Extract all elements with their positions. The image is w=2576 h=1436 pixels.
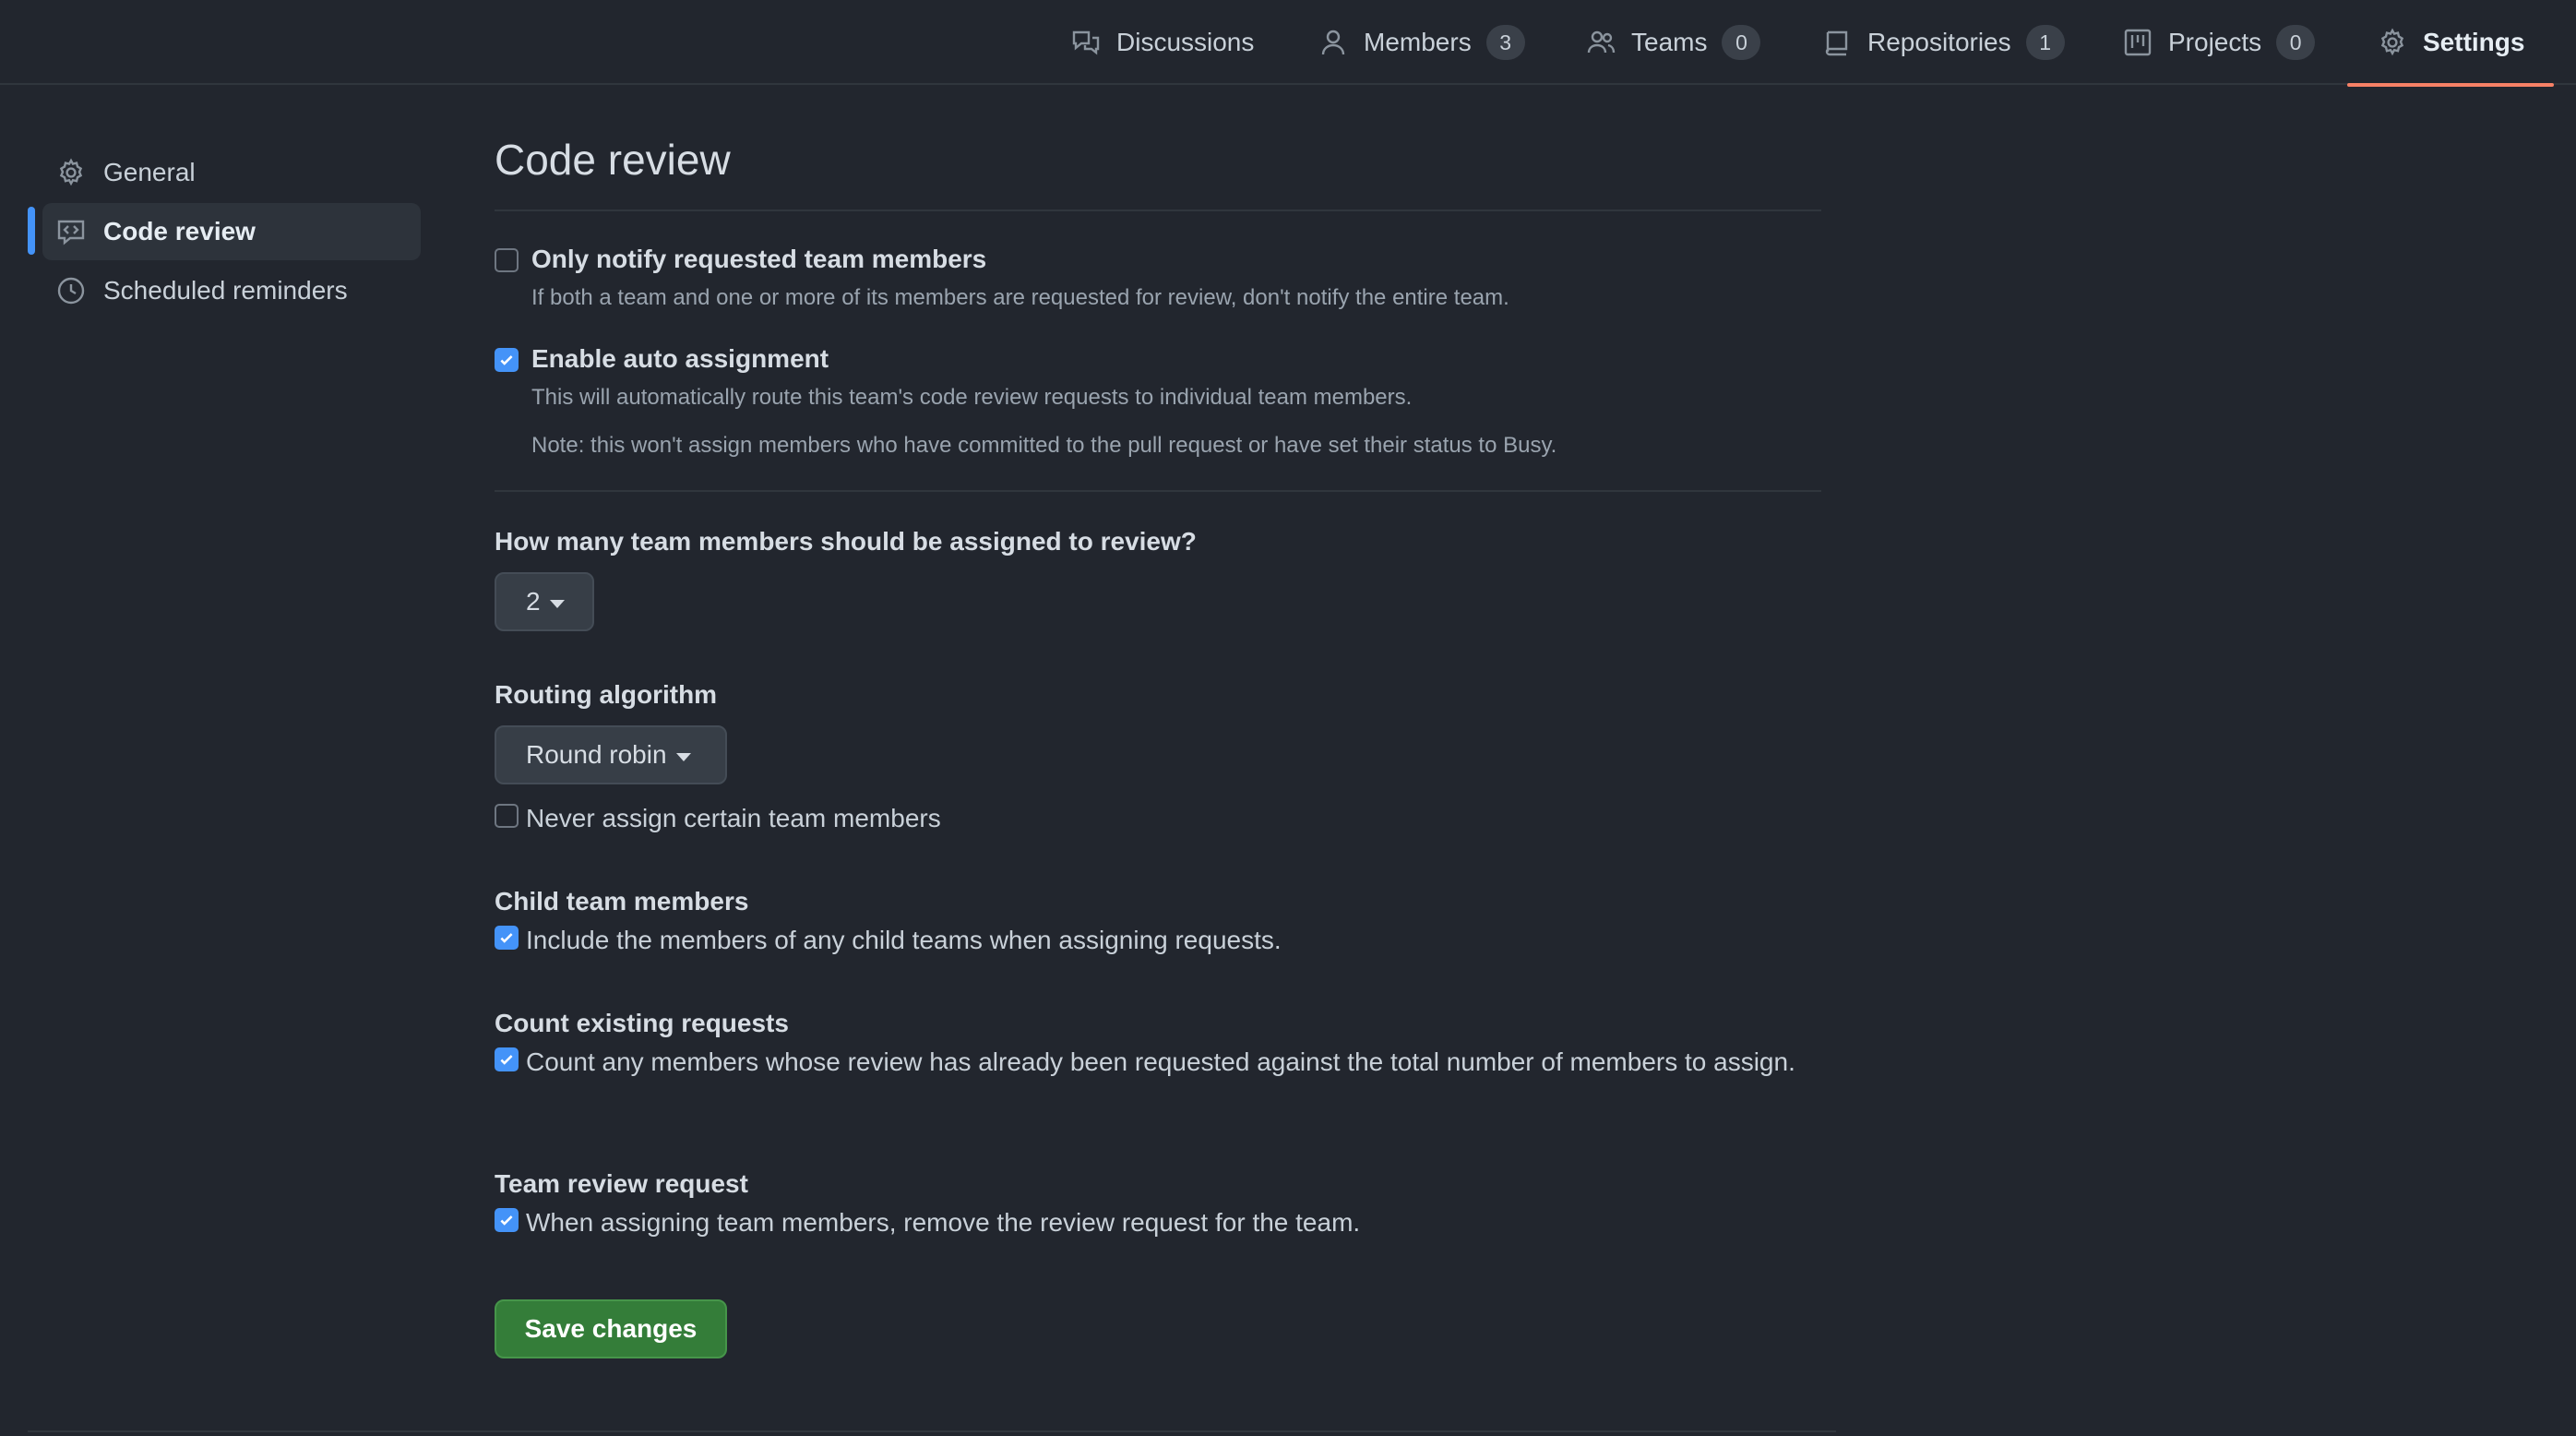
- gear-icon: [2377, 27, 2408, 58]
- tab-projects[interactable]: Projects 0: [2122, 0, 2316, 85]
- team-review-label: When assigning team members, remove the …: [526, 1208, 1361, 1237]
- tab-teams[interactable]: Teams 0: [1585, 0, 1761, 85]
- tab-settings[interactable]: Settings: [2346, 0, 2556, 87]
- teams-count-badge: 0: [1722, 25, 1761, 60]
- tab-repositories[interactable]: Repositories 1: [1821, 0, 2065, 85]
- save-changes-button[interactable]: Save changes: [495, 1299, 727, 1358]
- caret-down-icon: [675, 752, 691, 761]
- title-divider: [495, 209, 1821, 211]
- sidebar-item-label: Scheduled reminders: [103, 276, 348, 305]
- repositories-count-badge: 1: [2025, 25, 2065, 60]
- count-existing-label: Count any members whose review has alrea…: [526, 1047, 1795, 1076]
- child-team-checkbox[interactable]: [495, 926, 519, 950]
- tab-projects-label: Projects: [2168, 28, 2262, 56]
- sidebar-item-scheduled-reminders[interactable]: Scheduled reminders: [42, 262, 421, 319]
- repo-icon: [1821, 27, 1853, 58]
- tab-settings-label: Settings: [2423, 28, 2525, 56]
- gear-icon: [55, 157, 87, 188]
- sidebar-item-code-review[interactable]: Code review: [42, 203, 421, 260]
- only-notify-label: Only notify requested team members: [531, 245, 987, 273]
- team-review-checkbox[interactable]: [495, 1208, 519, 1232]
- tab-repositories-label: Repositories: [1867, 28, 2011, 56]
- auto-assignment-busy-note: Note: this won't assign members who have…: [531, 433, 1557, 458]
- tab-members-label: Members: [1364, 28, 1472, 56]
- tab-discussions-label: Discussions: [1116, 28, 1255, 56]
- auto-assignment-checkbox[interactable]: [495, 348, 519, 372]
- project-icon: [2122, 27, 2153, 58]
- person-icon: [1318, 27, 1349, 58]
- reviewer-count-title: How many team members should be assigned…: [495, 527, 1197, 556]
- caret-down-icon: [549, 599, 565, 608]
- child-team-label: Include the members of any child teams w…: [526, 926, 1282, 954]
- page-title: Code review: [495, 136, 731, 184]
- sidebar-active-indicator: [28, 207, 35, 255]
- tab-members[interactable]: Members 3: [1318, 0, 1525, 85]
- never-assign-checkbox[interactable]: [495, 804, 519, 828]
- routing-algorithm-select[interactable]: Round robin: [495, 725, 727, 784]
- section-divider: [495, 490, 1821, 492]
- routing-algorithm-title: Routing algorithm: [495, 680, 718, 709]
- routing-algorithm-value: Round robin: [526, 740, 667, 769]
- clock-icon: [55, 275, 87, 306]
- only-notify-checkbox[interactable]: [495, 248, 519, 272]
- team-review-title: Team review request: [495, 1169, 748, 1198]
- code-review-icon: [55, 216, 87, 247]
- sidebar-item-general[interactable]: General: [42, 144, 421, 201]
- projects-count-badge: 0: [2276, 25, 2316, 60]
- tab-discussions[interactable]: Discussions: [1070, 0, 1254, 85]
- sidebar-item-label: Code review: [103, 217, 256, 245]
- never-assign-label: Never assign certain team members: [526, 804, 941, 832]
- auto-assignment-label: Enable auto assignment: [531, 344, 829, 373]
- people-icon: [1585, 27, 1616, 58]
- sidebar-item-label: General: [103, 158, 196, 186]
- auto-assignment-note: This will automatically route this team'…: [531, 385, 1413, 410]
- footer-divider: [28, 1430, 1836, 1432]
- only-notify-note: If both a team and one or more of its me…: [531, 285, 1509, 310]
- top-navigation: Discussions Members 3 Teams 0 Repositori…: [0, 0, 2576, 87]
- child-team-title: Child team members: [495, 887, 749, 915]
- tab-teams-label: Teams: [1631, 28, 1708, 56]
- members-count-badge: 3: [1485, 25, 1525, 60]
- reviewer-count-value: 2: [526, 587, 541, 616]
- reviewer-count-select[interactable]: 2: [495, 572, 594, 631]
- count-existing-title: Count existing requests: [495, 1009, 789, 1037]
- comment-discussion-icon: [1070, 27, 1102, 58]
